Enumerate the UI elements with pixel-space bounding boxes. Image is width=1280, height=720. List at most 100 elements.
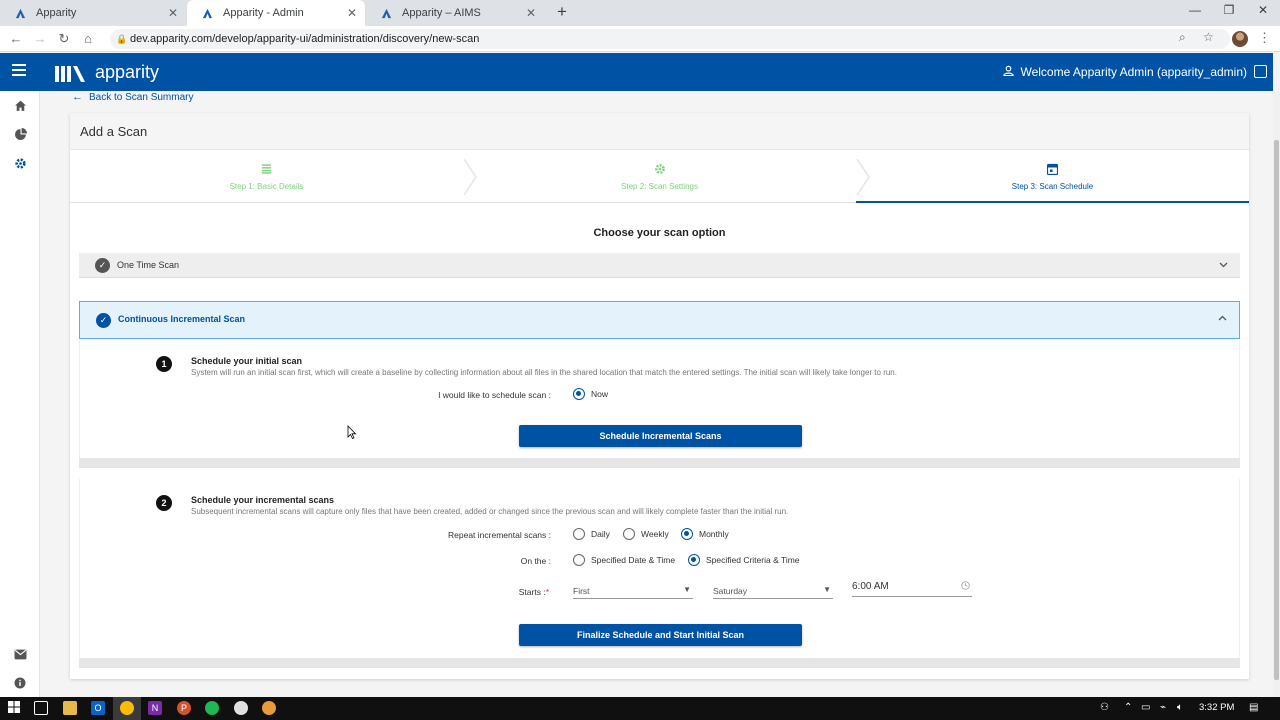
url-text: dev.apparity.com/develop/apparity-ui/adm…: [130, 33, 480, 45]
select-value: Saturday: [713, 586, 748, 596]
calendar-icon: [856, 163, 1249, 176]
people-icon[interactable]: ⚇: [1100, 702, 1109, 713]
chevron-down-icon[interactable]: [1219, 260, 1228, 270]
home-icon[interactable]: [12, 97, 28, 113]
back-to-scan-summary-link[interactable]: ← Back to Scan Summary: [72, 91, 193, 103]
radio-daily[interactable]: Daily: [573, 528, 610, 540]
radio-weekly[interactable]: Weekly: [623, 528, 669, 540]
apparity-logo-icon: [55, 66, 85, 82]
minimize-icon[interactable]: —: [1180, 3, 1210, 17]
initial-scan-section: 1 Schedule your initial scan System will…: [79, 340, 1240, 458]
mail-icon[interactable]: [12, 646, 28, 662]
clock-icon[interactable]: [961, 581, 970, 592]
task-view-icon[interactable]: [34, 701, 48, 715]
incremental-scans-section: 2 Schedule your incremental scans Subseq…: [79, 479, 1240, 657]
forward-arrow-icon[interactable]: →: [31, 30, 49, 48]
finalize-schedule-button[interactable]: Finalize Schedule and Start Initial Scan: [519, 624, 802, 646]
windows-start-icon[interactable]: [7, 701, 21, 715]
browser-tab-apparity-admin[interactable]: Apparity - Admin ✕: [187, 0, 365, 26]
start-time-input[interactable]: 6:00 AM: [852, 581, 972, 597]
menu-kebab-icon[interactable]: ⋮: [1258, 30, 1271, 46]
app-icon[interactable]: [262, 701, 276, 715]
radio-selected-icon: [573, 388, 585, 400]
pie-chart-icon[interactable]: [12, 126, 28, 142]
section-title: Schedule your initial scan: [191, 356, 303, 366]
gear-icon[interactable]: [12, 155, 28, 171]
chrome-alt-icon[interactable]: [234, 701, 248, 715]
lock-icon: 🔒: [116, 34, 128, 44]
app-header: apparity Welcome Apparity Admin (apparit…: [0, 53, 1273, 91]
scrollbar-thumb[interactable]: [1274, 140, 1279, 680]
step-label: Step 2: Scan Settings: [621, 182, 698, 191]
reload-icon[interactable]: ↻: [55, 30, 73, 48]
home-icon[interactable]: ⌂: [79, 30, 97, 48]
radio-label: Specified Criteria & Time: [706, 555, 800, 565]
radio-unselected-icon: [623, 528, 635, 540]
tab-title: Apparity: [36, 7, 77, 19]
chrome-icon[interactable]: [120, 701, 134, 715]
gear-icon: [463, 163, 856, 176]
browser-tab-apparity[interactable]: Apparity ✕: [0, 0, 186, 26]
radio-specified-criteria-time[interactable]: Specified Criteria & Time: [688, 554, 800, 566]
welcome-user[interactable]: Welcome Apparity Admin (apparity_admin): [1003, 65, 1247, 79]
apparity-favicon-icon: [380, 7, 392, 19]
step-basic-details[interactable]: Step 1: Basic Details: [70, 151, 463, 203]
back-arrow-icon[interactable]: ←: [7, 30, 25, 48]
starts-week-select[interactable]: First ▼: [573, 583, 693, 599]
section-title: Schedule your incremental scans: [191, 495, 335, 505]
logout-icon[interactable]: [1254, 65, 1267, 78]
radio-selected-icon: [688, 554, 700, 566]
powerpoint-icon[interactable]: P: [177, 701, 191, 715]
one-time-scan-option[interactable]: ✓ One Time Scan: [79, 253, 1240, 278]
chevron-up-icon[interactable]: [1218, 313, 1227, 323]
radio-label: Weekly: [641, 529, 669, 539]
close-icon[interactable]: ✕: [168, 6, 178, 20]
url-field[interactable]: 🔒 dev.apparity.com/develop/apparity-ui/a…: [110, 29, 1230, 49]
radio-specified-date-time[interactable]: Specified Date & Time: [573, 554, 675, 566]
schedule-incremental-scans-button[interactable]: Schedule Incremental Scans: [519, 425, 802, 447]
choose-scan-heading: Choose your scan option: [593, 227, 726, 239]
check-circle-icon: ✓: [96, 313, 111, 328]
close-window-icon[interactable]: ✕: [1248, 3, 1278, 17]
zoom-icon[interactable]: ⌕: [1179, 30, 1186, 45]
step-label: Step 1: Basic Details: [229, 182, 304, 191]
file-explorer-icon[interactable]: [63, 701, 77, 715]
mouse-cursor-icon: [347, 425, 357, 439]
restore-icon[interactable]: ❐: [1214, 3, 1244, 17]
info-icon[interactable]: [12, 675, 28, 691]
radio-label: Monthly: [699, 529, 729, 539]
network-icon[interactable]: ⌁: [1160, 702, 1166, 713]
step-label: Step 3: Scan Schedule: [1011, 182, 1094, 191]
required-marker: *: [545, 587, 549, 597]
radio-now[interactable]: Now: [573, 388, 608, 400]
windows-taskbar: O N P ⚇ ⌃ ▭ ⌁ 🔈︎ 3:32 PM ▤: [0, 697, 1280, 720]
notification-icon[interactable]: ▤: [1249, 702, 1258, 713]
hamburger-menu-icon[interactable]: [12, 64, 26, 76]
section-divider: [79, 658, 1240, 668]
step-scan-settings[interactable]: Step 2: Scan Settings: [463, 151, 856, 203]
continuous-incremental-scan-option[interactable]: ✓ Continuous Incremental Scan: [79, 301, 1240, 339]
dropdown-arrow-icon: ▼: [823, 585, 831, 594]
radio-monthly[interactable]: Monthly: [681, 528, 729, 540]
stepper: Step 1: Basic Details Step 2: Scan Setti…: [70, 151, 1249, 203]
onenote-icon[interactable]: N: [148, 701, 162, 715]
page-title: Add a Scan: [80, 124, 148, 139]
plus-icon[interactable]: +: [553, 3, 571, 21]
chevron-up-icon[interactable]: ⌃: [1124, 702, 1132, 713]
taskbar-clock[interactable]: 3:32 PM: [1199, 702, 1234, 713]
close-icon[interactable]: ✕: [526, 6, 536, 20]
step-scan-schedule[interactable]: Step 3: Scan Schedule: [856, 151, 1249, 203]
battery-icon[interactable]: ▭: [1141, 702, 1150, 713]
tab-title: Apparity – AIMS: [402, 7, 481, 19]
on-the-label: On the :: [520, 556, 551, 566]
card-header: Add a Scan: [70, 113, 1249, 150]
outlook-icon[interactable]: O: [91, 701, 105, 715]
close-icon[interactable]: ✕: [347, 6, 357, 20]
star-icon[interactable]: ☆: [1203, 30, 1214, 44]
volume-icon[interactable]: 🔈︎: [1177, 702, 1183, 713]
radio-selected-icon: [681, 528, 693, 540]
profile-avatar[interactable]: [1232, 31, 1248, 47]
starts-day-select[interactable]: Saturday ▼: [713, 583, 833, 599]
spotify-icon[interactable]: [205, 701, 219, 715]
browser-tab-apparity-aims[interactable]: Apparity – AIMS ✕: [366, 0, 544, 26]
